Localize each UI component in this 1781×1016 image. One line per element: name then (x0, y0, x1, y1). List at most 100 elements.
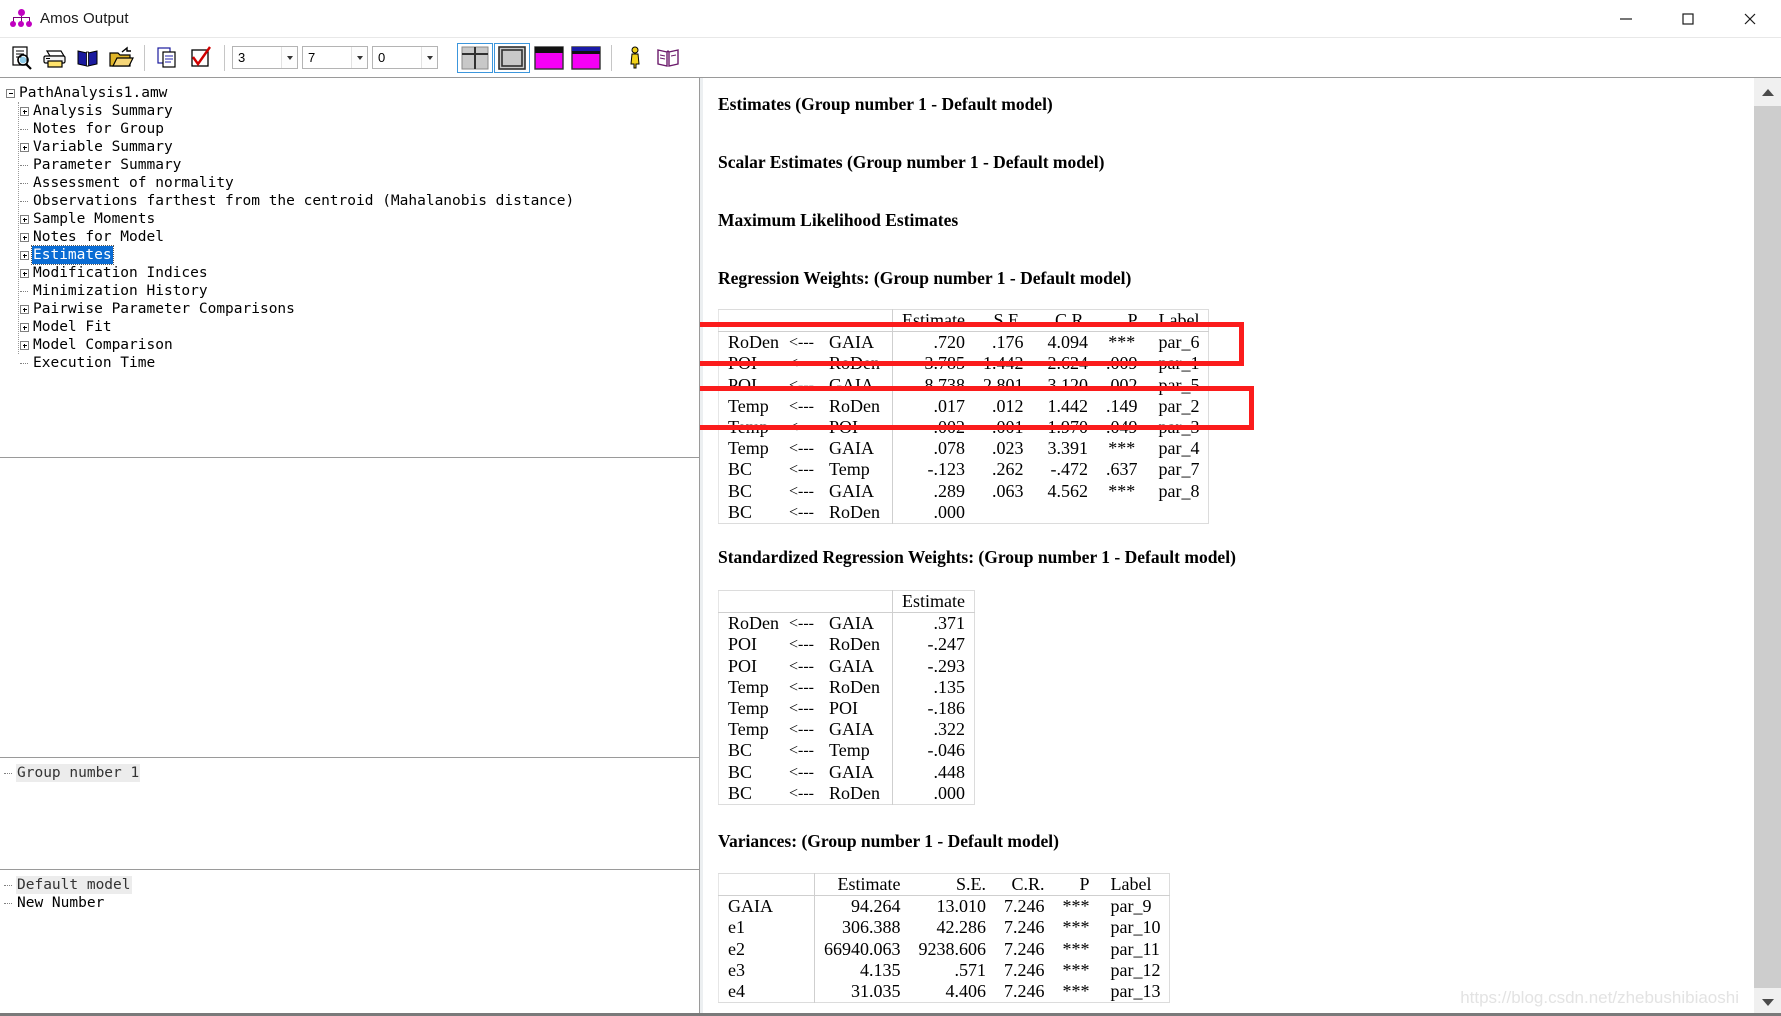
expand-toggle-icon[interactable] (20, 142, 29, 152)
cell-estimate: .720 (933, 332, 966, 353)
tree-item-variable-summary[interactable]: Variable Summary (6, 138, 699, 156)
cell-to: Temp (820, 459, 894, 481)
tree-item-analysis-summary[interactable]: Analysis Summary (6, 102, 699, 120)
navigation-tree-pane[interactable]: PathAnalysis1.amw Analysis Summary Notes… (0, 78, 699, 458)
minimize-button[interactable] (1595, 0, 1657, 38)
tree-node-root[interactable]: PathAnalysis1.amw (6, 84, 699, 102)
cell-from: Temp (728, 395, 769, 416)
tree-item-parameter-summary[interactable]: Parameter Summary (6, 156, 699, 174)
toolbar-separator-1 (144, 44, 145, 71)
open-file-icon[interactable] (105, 42, 137, 74)
cell-arrow: <--- (789, 636, 815, 654)
decimal-places-spinner[interactable]: 3 (232, 46, 298, 69)
expand-toggle-icon[interactable] (20, 304, 29, 314)
col-header-p: P (1097, 309, 1147, 333)
copy-icon[interactable] (152, 42, 184, 74)
cell-arrow: <--- (789, 742, 815, 760)
tree-item-observations-farthest[interactable]: Observations farthest from the centroid … (6, 192, 699, 210)
cell-from: Temp (728, 417, 769, 438)
tree-item-assessment-of-normality[interactable]: Assessment of normality (6, 174, 699, 192)
col-header-estimate: Estimate (892, 309, 974, 333)
cell-arrow: <--- (789, 419, 815, 437)
book-icon[interactable] (652, 42, 684, 74)
expand-toggle-icon[interactable] (20, 268, 29, 278)
cell-arrow: <--- (789, 700, 815, 718)
expand-toggle-icon[interactable] (20, 340, 29, 350)
toolbar-separator-3 (611, 44, 612, 71)
cell-from: Temp (728, 698, 769, 719)
col-header-p: P (1053, 873, 1099, 897)
chevron-down-icon[interactable] (421, 47, 437, 68)
group-list-pane[interactable]: Group number 1 (0, 758, 699, 870)
collapse-toggle-icon[interactable] (6, 88, 15, 98)
table-layout-toggle[interactable] (457, 42, 493, 73)
tree-item-model-fit[interactable]: Model Fit (6, 318, 699, 336)
col-header-estimate: Estimate (892, 590, 975, 614)
group-list[interactable]: Group number 1 (4, 764, 699, 782)
tree-item-execution-time[interactable]: Execution Time (6, 354, 699, 372)
expand-toggle-icon[interactable] (20, 106, 29, 116)
significant-digits-spinner[interactable]: 7 (302, 46, 368, 69)
cell-p: *** (1062, 917, 1090, 938)
cell-label: par_1 (1158, 353, 1200, 374)
tree-item-model-comparison[interactable]: Model Comparison (6, 336, 699, 354)
cell-to: GAIA (820, 331, 894, 354)
tree-item-pairwise-parameter-comparisons[interactable]: Pairwise Parameter Comparisons (6, 300, 699, 318)
cell-to: GAIA (820, 761, 894, 783)
cell-estimate: -.123 (927, 459, 966, 480)
group-list-item[interactable]: Group number 1 (4, 764, 699, 782)
person-icon[interactable] (619, 42, 651, 74)
magenta-highlight-1[interactable] (531, 43, 567, 73)
close-button[interactable] (1719, 0, 1781, 38)
cell-estimate: 31.035 (851, 981, 901, 1002)
cell-se: 1.442 (983, 353, 1024, 374)
toolbar-separator-2 (224, 44, 225, 71)
table-header: Estimate (718, 590, 975, 614)
chevron-down-icon[interactable] (351, 47, 367, 68)
panel-layout-toggle[interactable] (494, 42, 530, 73)
model-list-pane[interactable]: Default model New Number (0, 870, 699, 1016)
tree-item-notes-for-group[interactable]: Notes for Group (6, 120, 699, 138)
cell-estimate: .078 (933, 438, 966, 459)
navigation-tree[interactable]: PathAnalysis1.amw Analysis Summary Notes… (6, 84, 699, 372)
expand-toggle-icon[interactable] (20, 232, 29, 242)
tree-item-label: Modification Indices (33, 265, 208, 281)
expand-toggle-icon[interactable] (20, 250, 29, 260)
cell-p: *** (1062, 896, 1090, 917)
tree-node-label: PathAnalysis1.amw (19, 85, 168, 101)
scroll-up-button[interactable] (1754, 78, 1781, 106)
tree-item-notes-for-model[interactable]: Notes for Model (6, 228, 699, 246)
tree-item-sample-moments[interactable]: Sample Moments (6, 210, 699, 228)
col-header-se: S.E. (974, 309, 1033, 333)
print-preview-icon[interactable] (6, 42, 38, 74)
cell-cr: 7.246 (1004, 896, 1045, 917)
table-body: RoDen <--- GAIA .720 .176 4.094 *** par_… (719, 331, 1209, 524)
options-check-icon[interactable] (185, 42, 217, 74)
table-header-row: Estimate S.E. C.R. P Label (718, 309, 1209, 333)
scroll-track[interactable] (1754, 106, 1781, 988)
tree-item-minimization-history[interactable]: Minimization History (6, 282, 699, 300)
tree-branch-icon (4, 881, 13, 890)
cell-label: par_11 (1110, 938, 1160, 959)
tree-item-label: Minimization History (33, 283, 208, 299)
cell-to: RoDen (820, 501, 894, 524)
maximize-button[interactable] (1657, 0, 1719, 38)
cell-arrow: <--- (789, 461, 815, 479)
cell-p: *** (1062, 938, 1090, 959)
chevron-down-icon[interactable] (281, 47, 297, 68)
expand-toggle-icon[interactable] (20, 322, 29, 332)
model-list[interactable]: Default model New Number (4, 876, 699, 912)
output-vertical-scrollbar[interactable] (1753, 78, 1781, 1016)
view-text-icon[interactable] (72, 42, 104, 74)
tree-item-estimates[interactable]: Estimates (6, 245, 699, 265)
model-list-item-default[interactable]: Default model (4, 876, 699, 894)
zero-threshold-spinner[interactable]: 0 (372, 46, 438, 69)
magenta-highlight-2[interactable] (568, 43, 604, 73)
print-icon[interactable] (39, 42, 71, 74)
model-list-item-new-number[interactable]: New Number (4, 894, 699, 912)
scroll-down-button[interactable] (1754, 988, 1781, 1016)
table-header-row: Estimate (718, 590, 975, 614)
expand-toggle-icon[interactable] (20, 214, 29, 224)
tree-item-modification-indices[interactable]: Modification Indices (6, 264, 699, 282)
cell-cr: 7.246 (1004, 938, 1045, 959)
